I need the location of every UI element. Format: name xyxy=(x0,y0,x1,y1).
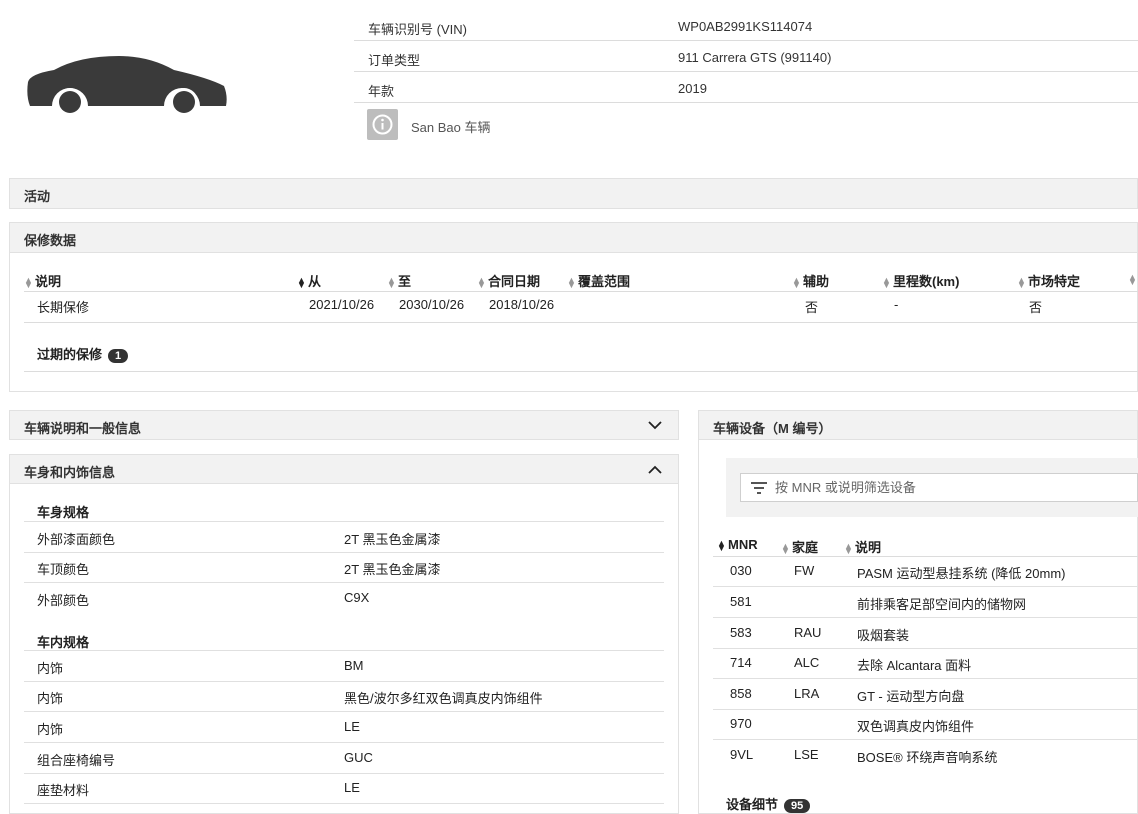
col-header-more[interactable]: ▲ ▼ xyxy=(1128,271,1138,286)
chevron-down-icon xyxy=(648,421,662,430)
sort-icon: ▲ ▼ xyxy=(781,540,790,556)
interior-spec-heading: 车内规格 xyxy=(37,635,90,650)
col-header-assist[interactable]: ▲ ▼ 辅助 xyxy=(792,271,829,290)
equipment-row: 970 双色调真皮内饰组件 xyxy=(713,709,1138,740)
col-header-contract-date[interactable]: ▲ ▼ 合同日期 xyxy=(477,271,540,290)
expired-count-badge: 1 xyxy=(108,349,129,363)
model-year-row: 年款 2019 xyxy=(354,72,1138,103)
filter-icon xyxy=(751,482,767,494)
chevron-up-icon xyxy=(648,465,662,474)
warranty-description: 长期保修 xyxy=(37,300,90,315)
sort-icon: ▲ ▼ xyxy=(297,274,306,290)
equipment-row: 714 ALC 去除 Alcantara 面料 xyxy=(713,648,1138,679)
body-interior-header[interactable]: 车身和内饰信息 xyxy=(9,454,679,484)
vin-row: 车辆识别号 (VIN) WP0AB2991KS114074 xyxy=(354,10,1138,41)
equipment-details-label: 设备细节 xyxy=(726,797,779,812)
sort-icon: ▲ ▼ xyxy=(567,274,576,290)
equipment-row: 030 FW PASM 运动型悬挂系统 (降低 20mm) xyxy=(713,556,1138,587)
model-year-value: 2019 xyxy=(678,81,707,96)
equipment-search-input[interactable] xyxy=(773,479,1117,496)
body-interior-title: 车身和内饰信息 xyxy=(24,465,116,480)
order-type-value: 911 Carrera GTS (991140) xyxy=(678,50,832,65)
divider xyxy=(24,291,1138,292)
warranty-market: 否 xyxy=(1029,300,1043,315)
sort-icon: ▲ ▼ xyxy=(844,540,853,556)
sanbao-label: San Bao 车辆 xyxy=(411,120,491,135)
model-year-label: 年款 xyxy=(368,84,395,99)
expired-warranty-label: 过期的保修 xyxy=(37,347,103,362)
spec-row: 外部漆面颜色 2T 黑玉色金属漆 xyxy=(24,522,664,553)
col-header-family[interactable]: ▲ ▼ 家庭 xyxy=(781,537,818,556)
divider xyxy=(24,371,1138,372)
col-header-from[interactable]: ▲ ▼ 从 xyxy=(297,271,321,290)
sort-icon: ▲ ▼ xyxy=(387,274,396,290)
sort-icon: ▲ ▼ xyxy=(1017,274,1026,290)
equipment-section-header[interactable]: 车辆设备（M 编号） xyxy=(698,410,1138,440)
sort-icon: ▲ ▼ xyxy=(1128,271,1137,287)
activity-title: 活动 xyxy=(24,189,51,204)
spec-row: 车顶颜色 2T 黑玉色金属漆 xyxy=(24,552,664,583)
col-header-market[interactable]: ▲ ▼ 市场特定 xyxy=(1017,271,1080,290)
equipment-details-toggle[interactable]: 设备细节 95 xyxy=(726,794,811,813)
warranty-to: 2030/10/26 xyxy=(399,297,465,312)
equipment-search-box[interactable] xyxy=(740,473,1138,502)
exterior-spec-heading: 车身规格 xyxy=(37,505,90,520)
vin-label: 车辆识别号 (VIN) xyxy=(368,22,467,37)
col-header-description[interactable]: ▲ ▼ 说明 xyxy=(24,271,61,290)
col-header-coverage[interactable]: ▲ ▼ 覆盖范围 xyxy=(567,271,630,290)
sort-icon: ▲ ▼ xyxy=(477,274,486,290)
divider xyxy=(24,322,1138,323)
warranty-mileage: - xyxy=(894,297,899,312)
spec-row: 外部颜色 C9X xyxy=(37,590,370,608)
warranty-assist: 否 xyxy=(805,300,819,315)
warranty-title: 保修数据 xyxy=(24,233,77,248)
vehicle-description-title: 车辆说明和一般信息 xyxy=(24,421,142,436)
equipment-count-badge: 95 xyxy=(784,799,811,813)
spec-row: 组合座椅编号 GUC xyxy=(24,743,664,774)
vehicle-description-header[interactable]: 车辆说明和一般信息 xyxy=(9,410,679,440)
spec-row: 内饰 LE xyxy=(24,712,664,743)
warranty-contract-date: 2018/10/26 xyxy=(489,297,555,312)
order-type-row: 订单类型 911 Carrera GTS (991140) xyxy=(354,41,1138,72)
equipment-row: 583 RAU 吸烟套装 xyxy=(713,618,1138,649)
equipment-row: 9VL LSE BOSE® 环绕声音响系统 xyxy=(730,747,998,765)
sort-icon: ▲ ▼ xyxy=(24,274,33,290)
col-header-mnr[interactable]: ▲ ▼ MNR xyxy=(717,537,758,552)
spec-row: 座垫材料 LE xyxy=(24,773,664,804)
equipment-title: 车辆设备（M 编号） xyxy=(713,421,832,436)
col-header-mileage[interactable]: ▲ ▼ 里程数(km) xyxy=(882,271,959,290)
car-silhouette-icon xyxy=(27,56,227,116)
warranty-from: 2021/10/26 xyxy=(309,297,375,312)
equipment-row: 858 LRA GT - 运动型方向盘 xyxy=(713,679,1138,710)
vin-value: WP0AB2991KS114074 xyxy=(678,19,813,34)
warranty-section-header[interactable]: 保修数据 xyxy=(9,222,1138,253)
col-header-to[interactable]: ▲ ▼ 至 xyxy=(387,271,411,290)
expired-warranty-toggle[interactable]: 过期的保修 1 xyxy=(37,344,129,363)
spec-row: 内饰 黑色/波尔多红双色调真皮内饰组件 xyxy=(24,681,664,712)
sort-icon: ▲ ▼ xyxy=(792,274,801,290)
equipment-row: 581 前排乘客足部空间内的储物网 xyxy=(713,587,1138,618)
order-type-label: 订单类型 xyxy=(368,53,421,68)
activity-section-header[interactable]: 活动 xyxy=(9,178,1138,209)
col-header-eq-description[interactable]: ▲ ▼ 说明 xyxy=(844,537,881,556)
sort-icon: ▲ ▼ xyxy=(882,274,891,290)
sort-icon: ▲ ▼ xyxy=(717,537,726,553)
info-icon[interactable] xyxy=(367,109,398,140)
spec-row: 内饰 BM xyxy=(24,651,664,682)
